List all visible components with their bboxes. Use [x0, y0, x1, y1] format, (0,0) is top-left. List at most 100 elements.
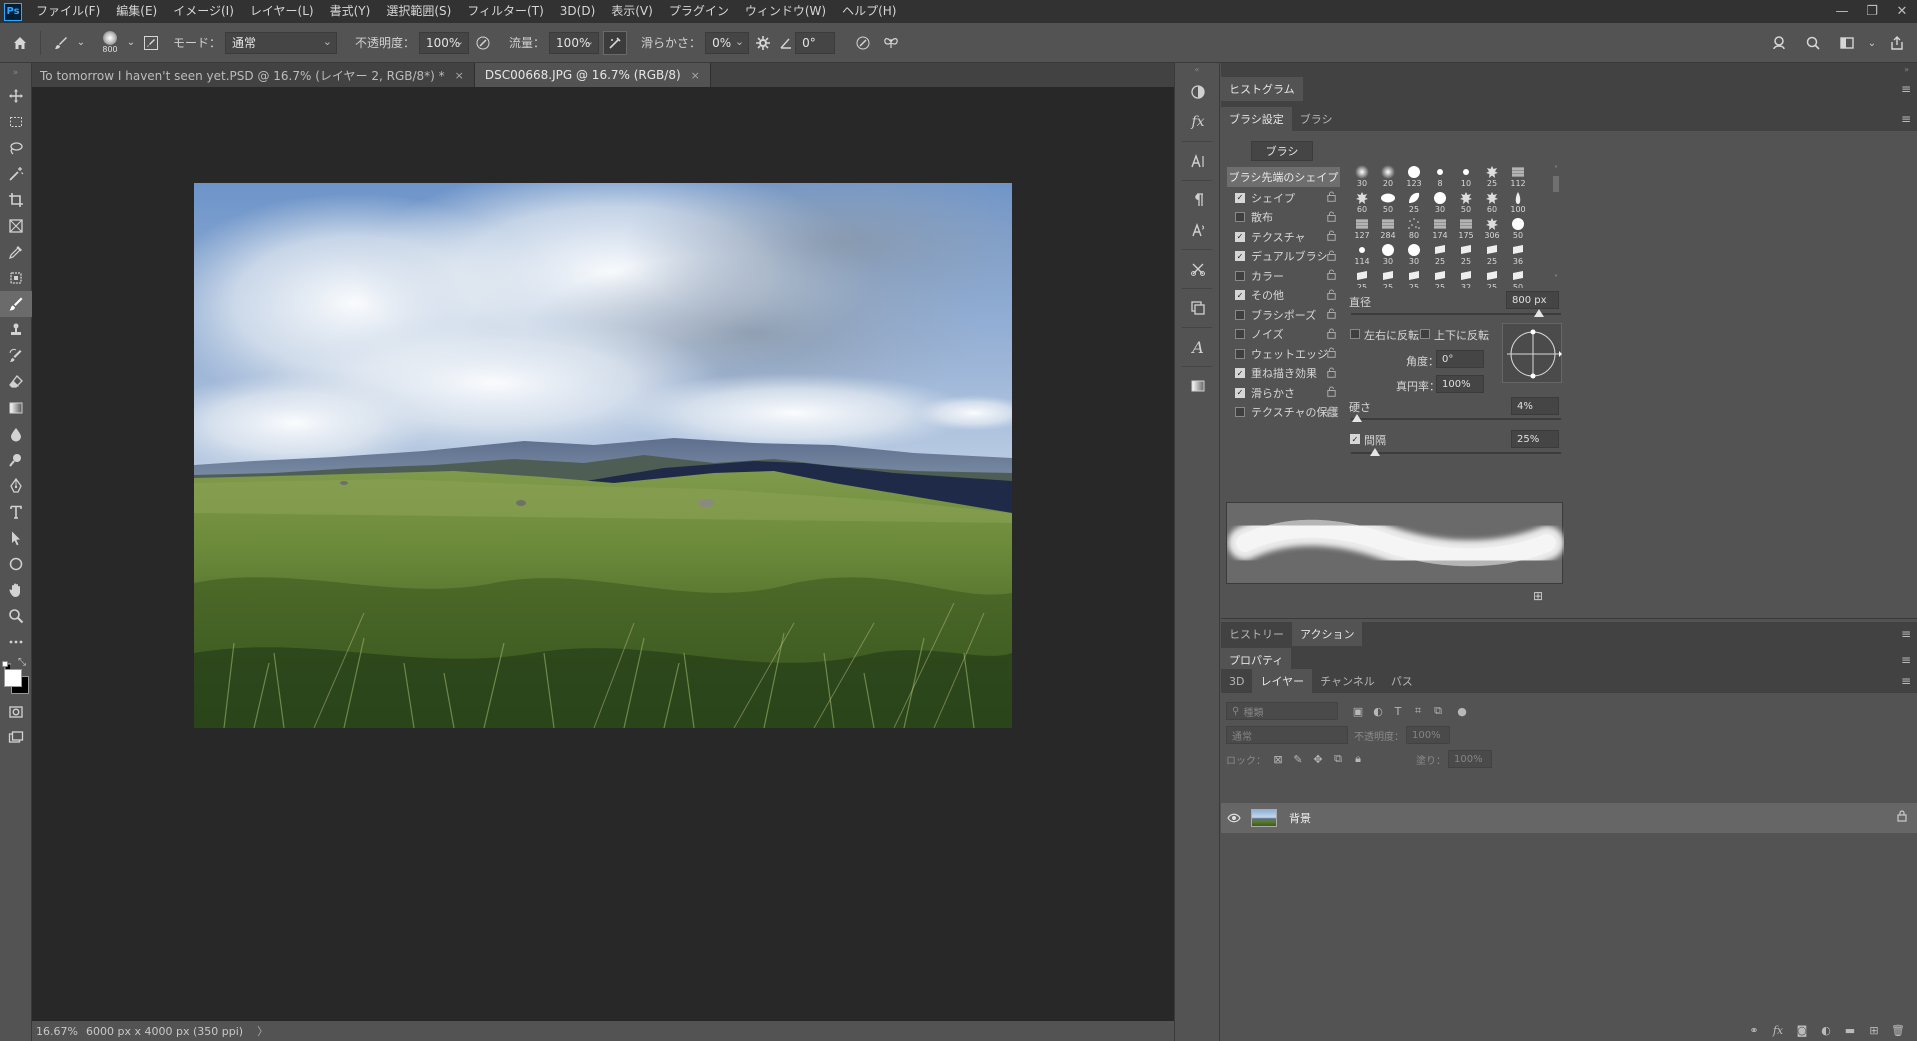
brush-preset[interactable]: 30	[1375, 241, 1401, 267]
panel-expand-icon[interactable]: «	[1175, 63, 1219, 77]
patch-tool-icon[interactable]	[0, 265, 32, 291]
minimize-button[interactable]: —	[1827, 0, 1857, 23]
lock-icon[interactable]	[1327, 289, 1336, 303]
mode-select[interactable]: 通常	[225, 31, 338, 54]
brush-grid-scrollbar[interactable]: ˄ ˅	[1551, 165, 1561, 283]
filter-adjustment-icon[interactable]: ◐	[1368, 702, 1388, 720]
menu-item[interactable]: 選択範囲(S)	[378, 0, 459, 23]
layer-kind-filter[interactable]: ⚲ 種類	[1226, 702, 1338, 720]
brush-preset[interactable]: 30	[1349, 163, 1375, 189]
tool-preset-dropdown-icon[interactable]: ⌄	[75, 29, 87, 57]
menu-item[interactable]: イメージ(I)	[165, 0, 242, 23]
swap-colors-icon[interactable]: ⤡	[18, 657, 26, 668]
document-image[interactable]	[194, 183, 1012, 728]
lock-icon[interactable]	[1327, 269, 1336, 283]
brush-preset[interactable]: 20	[1375, 163, 1401, 189]
brush-option-item[interactable]: ✓ デュアルブラシ	[1227, 247, 1340, 267]
brush-option-checkbox[interactable]	[1235, 212, 1245, 223]
lock-icon[interactable]	[1327, 191, 1336, 205]
add-mask-icon[interactable]: ◙	[1793, 1024, 1811, 1037]
brush-preset[interactable]: 60	[1479, 189, 1505, 215]
dodge-tool-icon[interactable]	[0, 447, 32, 473]
filter-toggle-icon[interactable]: ●	[1452, 702, 1472, 720]
brush-tool-icon[interactable]	[47, 29, 75, 57]
eraser-tool-icon[interactable]	[0, 369, 32, 395]
brush-preset[interactable]: 25	[1427, 241, 1453, 267]
close-button[interactable]: ✕	[1887, 0, 1917, 23]
clone-source-icon[interactable]	[1175, 293, 1221, 323]
frame-tool-icon[interactable]	[0, 213, 32, 239]
type-tool-icon[interactable]	[0, 499, 32, 525]
brush-preset[interactable]: 25	[1349, 267, 1375, 288]
close-icon[interactable]: ×	[691, 69, 700, 82]
spacing-checkbox[interactable]: ✓	[1350, 434, 1360, 444]
brush-option-checkbox[interactable]	[1235, 309, 1245, 320]
brush-angle-roundness-widget[interactable]	[1502, 323, 1562, 383]
filter-type-icon[interactable]: T	[1388, 702, 1408, 720]
tab-histogram[interactable]: ヒストグラム	[1221, 77, 1303, 101]
spacing-field[interactable]: 25%	[1511, 430, 1559, 448]
brush-option-item[interactable]: ✓ その他	[1227, 286, 1340, 306]
lock-icon[interactable]	[1327, 347, 1336, 361]
workspace-icon[interactable]	[1833, 29, 1861, 57]
eyedropper-tool-icon[interactable]	[0, 239, 32, 265]
brush-preset[interactable]: 100	[1505, 189, 1531, 215]
marquee-tool-icon[interactable]	[0, 109, 32, 135]
brush-preset[interactable]: 36	[1505, 241, 1531, 267]
tab-psd-document[interactable]: To tomorrow I haven't seen yet.PSD @ 16.…	[32, 63, 475, 87]
opacity-field[interactable]: 100%	[419, 31, 470, 54]
flip-y-checkbox[interactable]	[1420, 329, 1430, 339]
layer-style-fx-icon[interactable]: fx	[1769, 1024, 1787, 1037]
diameter-slider-track[interactable]	[1351, 313, 1561, 315]
layer-opacity-field[interactable]: 100%	[1406, 726, 1450, 744]
brush-angle-field[interactable]: 0°	[795, 31, 836, 54]
quick-mask-icon[interactable]	[0, 699, 32, 725]
foreground-color-swatch[interactable]	[4, 669, 22, 687]
menu-item[interactable]: プラグイン	[661, 0, 737, 23]
symmetry-butterfly-icon[interactable]	[877, 29, 905, 57]
lock-icon[interactable]	[1327, 367, 1336, 381]
brush-preset[interactable]: 32	[1453, 267, 1479, 288]
glyphs-panel-icon[interactable]	[1175, 215, 1221, 245]
delete-layer-icon[interactable]: 🗑︎	[1889, 1024, 1907, 1037]
brush-option-checkbox[interactable]: ✓	[1235, 251, 1245, 262]
brush-option-item[interactable]: ✓ テクスチャ	[1227, 227, 1340, 247]
panel-menu-icon[interactable]: ≡	[1901, 622, 1911, 646]
lasso-tool-icon[interactable]	[0, 135, 32, 161]
close-icon[interactable]: ×	[455, 69, 464, 82]
brush-preset[interactable]: 25	[1479, 163, 1505, 189]
zoom-tool-icon[interactable]	[0, 603, 32, 629]
menu-item[interactable]: レイヤー(L)	[242, 0, 322, 23]
brush-option-checkbox[interactable]: ✓	[1235, 387, 1245, 398]
restore-button[interactable]: ❐	[1857, 0, 1887, 23]
paragraph-panel-icon[interactable]	[1175, 185, 1221, 215]
brush-picker-dropdown-icon[interactable]: ⌄	[125, 29, 137, 57]
pressure-size-icon[interactable]	[849, 29, 877, 57]
canvas-area[interactable]	[32, 87, 1174, 1021]
brush-preset[interactable]: 127	[1349, 215, 1375, 241]
brush-preset-picker[interactable]: 800	[95, 27, 125, 59]
brush-preset[interactable]: 50	[1505, 267, 1531, 288]
blend-mode-select[interactable]: 通常	[1226, 726, 1348, 744]
more-tools-icon[interactable]	[0, 629, 32, 655]
menu-item[interactable]: 3D(D)	[552, 0, 603, 23]
zoom-level-field[interactable]: 16.67%	[36, 1025, 80, 1038]
menu-item[interactable]: ウィンドウ(W)	[737, 0, 834, 23]
gradients-panel-icon[interactable]	[1175, 371, 1221, 401]
magic-wand-tool-icon[interactable]	[0, 161, 32, 187]
layer-row-background[interactable]: 背景	[1221, 803, 1917, 833]
crop-tool-icon[interactable]	[0, 187, 32, 213]
link-layers-icon[interactable]: ⚭	[1745, 1024, 1763, 1037]
brush-preset[interactable]: 174	[1427, 215, 1453, 241]
brush-preset[interactable]: 306	[1479, 215, 1505, 241]
share-icon[interactable]	[1883, 29, 1911, 57]
gradient-tool-icon[interactable]	[0, 395, 32, 421]
angle-field[interactable]: 0°	[1436, 350, 1484, 368]
flow-field[interactable]: 100%	[549, 31, 600, 54]
menu-item[interactable]: 表示(V)	[603, 0, 661, 23]
brush-option-item[interactable]: カラー	[1227, 266, 1340, 286]
brush-option-item[interactable]: ウェットエッジ	[1227, 344, 1340, 364]
character-panel-icon[interactable]	[1175, 146, 1221, 176]
brush-option-checkbox[interactable]	[1235, 270, 1245, 281]
new-brush-preset-icon[interactable]: ⊞	[1533, 589, 1543, 603]
